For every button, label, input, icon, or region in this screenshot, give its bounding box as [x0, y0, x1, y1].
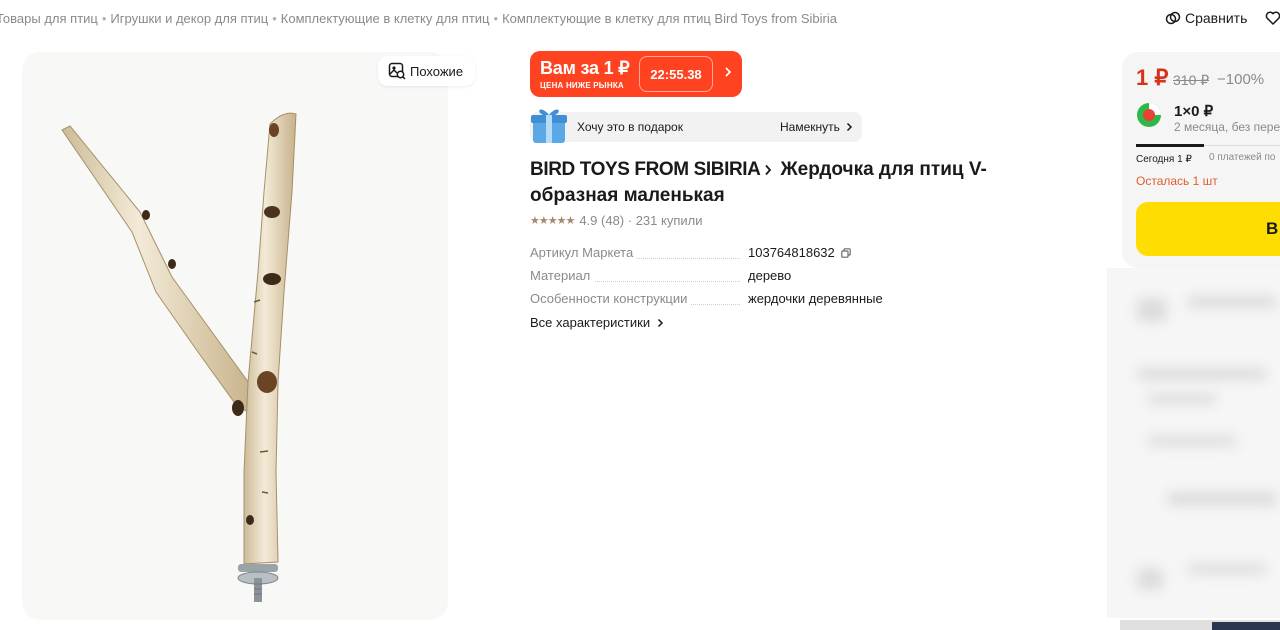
split-term: 2 месяца, без пере	[1174, 120, 1280, 134]
all-specs-link[interactable]: Все характеристики	[530, 315, 664, 330]
all-specs-label: Все характеристики	[530, 315, 651, 330]
breadcrumb: Товары для птиц • Игрушки и декор для птиц…	[0, 11, 837, 26]
spec-row: Особенности конструкции жердочки деревян…	[530, 291, 890, 314]
similar-label: Похожие	[410, 63, 464, 79]
promo-banner[interactable]: Вам за 1 ₽ ЦЕНА НИЖЕ РЫНКА 22:55.38	[530, 51, 742, 97]
spec-label: Артикул Маркета	[530, 245, 638, 260]
rating-stars: ★★★★★	[530, 215, 575, 227]
tab-pay-today[interactable]: Сегодня 1 ₽	[1136, 154, 1192, 165]
stock-status: Осталась 1 шт	[1136, 174, 1218, 188]
payment-tabs: Сегодня 1 ₽ 0 платежей по	[1136, 144, 1280, 165]
discount-badge: −100%	[1217, 71, 1265, 88]
promo-subtitle: ЦЕНА НИЖЕ РЫНКА	[540, 81, 624, 90]
split-price: 1×0 ₽	[1174, 103, 1214, 120]
spec-label: Особенности конструкции	[530, 291, 692, 306]
copy-icon[interactable]	[840, 247, 851, 258]
specs-list: Артикул Маркета 103764818632 Материал де…	[530, 245, 890, 314]
breadcrumb-item[interactable]: Игрушки и декор для птиц	[110, 11, 268, 26]
breadcrumb-separator: •	[493, 11, 499, 26]
chevron-right-icon	[846, 122, 852, 132]
compare-button[interactable]: Сравнить	[1165, 10, 1247, 26]
split-payment-icon	[1137, 103, 1161, 127]
breadcrumb-item[interactable]: Комплектующие в клетку для птиц	[281, 11, 490, 26]
buy-button-label: В	[1266, 219, 1279, 238]
active-tab-indicator	[1136, 144, 1204, 147]
blurred-side-panel	[1107, 268, 1280, 618]
old-price: 310 ₽	[1173, 72, 1210, 88]
similar-icon	[388, 62, 406, 80]
gift-icon	[531, 109, 567, 143]
spec-value: 103764818632	[748, 245, 851, 260]
spec-value: жердочки деревянные	[748, 291, 883, 306]
chevron-right-icon	[765, 164, 772, 176]
promo-timer: 22:55.38	[639, 56, 713, 92]
breadcrumb-separator: •	[101, 11, 107, 26]
rating-row[interactable]: ★★★★★ 4.9 (48) · 231 купили	[530, 213, 703, 228]
similar-button[interactable]: Похожие	[378, 56, 476, 86]
brand-link[interactable]: BIRD TOYS FROM SIBIRIA	[530, 159, 761, 180]
breadcrumb-item[interactable]: Комплектующие в клетку для птиц Bird Toy…	[502, 11, 837, 26]
spec-row: Артикул Маркета 103764818632	[530, 245, 890, 268]
spec-label: Материал	[530, 268, 595, 283]
gift-row[interactable]: Хочу это в подарок Намекнуть	[530, 109, 862, 143]
product-image[interactable]	[22, 52, 448, 620]
spec-value: дерево	[748, 268, 792, 283]
product-title: BIRD TOYS FROM SIBIRIA Жердочка для птиц …	[530, 157, 1050, 209]
purchases-count: · 231 купили	[627, 213, 703, 228]
compare-label: Сравнить	[1185, 10, 1248, 26]
gift-text: Хочу это в подарок	[577, 120, 683, 134]
reviews-count: (48)	[601, 213, 625, 228]
hint-button[interactable]: Намекнуть	[780, 120, 853, 134]
birch-branch-image	[61, 112, 297, 602]
rating-value: 4.9	[579, 213, 598, 228]
promo-title: Вам за 1 ₽	[540, 58, 630, 78]
article-number: 103764818632	[748, 245, 835, 260]
spec-row: Материал дерево	[530, 268, 890, 291]
chevron-right-icon	[725, 67, 732, 77]
price-card: 1 ₽ 310 ₽ −100% 1×0 ₽ 2 месяца, без пере…	[1122, 52, 1280, 268]
heart-icon	[1265, 11, 1280, 26]
buy-button[interactable]: В	[1136, 202, 1280, 256]
compare-icon	[1165, 11, 1181, 25]
hint-label: Намекнуть	[780, 120, 840, 134]
favorite-button[interactable]	[1265, 10, 1280, 31]
chevron-right-icon	[658, 318, 664, 327]
breadcrumb-item[interactable]: Товары для птиц	[0, 11, 98, 26]
tab-no-payments[interactable]: 0 платежей по	[1209, 152, 1275, 163]
bottom-strip-dark	[1212, 622, 1280, 630]
current-price: 1 ₽	[1136, 65, 1169, 90]
breadcrumb-separator: •	[272, 11, 277, 26]
